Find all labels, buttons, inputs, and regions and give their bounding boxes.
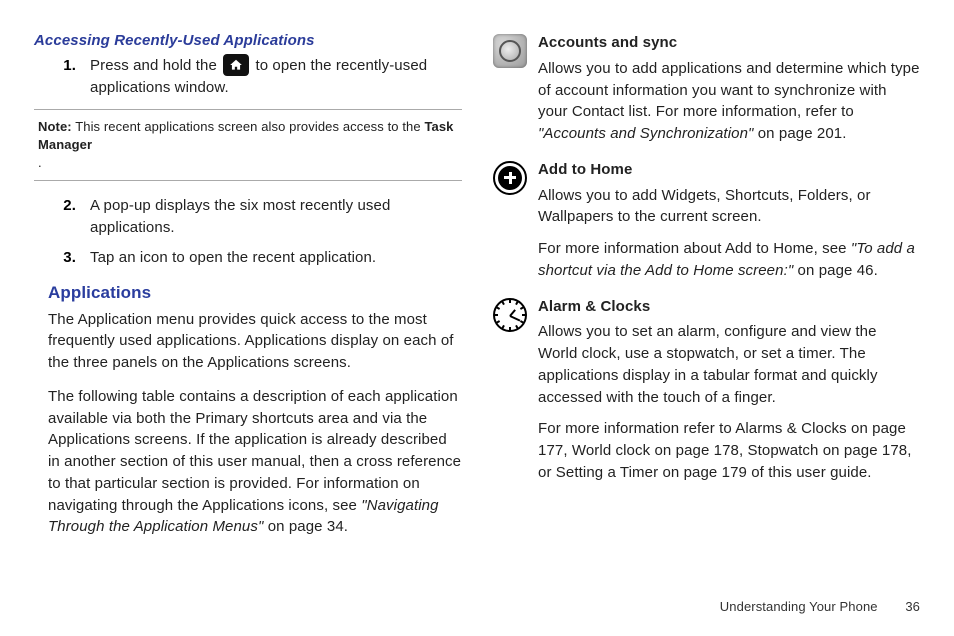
steps-list-cont: 2. A pop-up displays the six most recent…	[34, 195, 462, 268]
step-text: Tap an icon to open the recent applicati…	[90, 247, 462, 269]
alarm-p1: Allows you to set an alarm, configure an…	[538, 321, 920, 408]
two-column-layout: Accessing Recently-Used Applications 1. …	[30, 32, 924, 550]
entry-accounts-sync: Accounts and sync Allows you to add appl…	[492, 32, 920, 145]
entry-add-to-home: Add to Home Allows you to add Widgets, S…	[492, 159, 920, 282]
manual-page: Accessing Recently-Used Applications 1. …	[0, 0, 954, 636]
addhome-p2-a: For more information about Add to Home, …	[538, 240, 851, 257]
step-2: 2. A pop-up displays the six most recent…	[60, 195, 462, 239]
applications-para-2: The following table contains a descripti…	[48, 386, 462, 538]
accounts-p1-italic: "Accounts and Synchronization"	[538, 125, 753, 142]
addhome-p2-b: on page 46.	[798, 262, 878, 279]
step-text: A pop-up displays the six most recently …	[90, 195, 462, 239]
accounts-p1-b: on page 201.	[758, 125, 847, 142]
heading-applications: Applications	[48, 283, 462, 303]
step-number: 3.	[60, 247, 76, 269]
alarm-p2: For more information refer to Alarms & C…	[538, 418, 920, 483]
entry-title: Accounts and sync	[538, 32, 920, 54]
applications-para-1: The Application menu provides quick acce…	[48, 309, 462, 374]
step-3: 3. Tap an icon to open the recent applic…	[60, 247, 462, 269]
note-text-a: This recent applications screen also pro…	[75, 119, 424, 134]
accounts-sync-icon	[492, 34, 528, 70]
steps-list: 1. Press and hold the to open the recent…	[34, 55, 462, 99]
entry-alarm-clocks: Alarm & Clocks Allows you to set an alar…	[492, 296, 920, 484]
entry-title: Alarm & Clocks	[538, 296, 920, 318]
addhome-p2: For more information about Add to Home, …	[538, 238, 920, 282]
home-key-icon	[223, 54, 249, 76]
note-text-b: .	[38, 155, 42, 170]
right-column: Accounts and sync Allows you to add appl…	[492, 32, 924, 550]
add-to-home-icon	[492, 161, 528, 197]
entry-body: Accounts and sync Allows you to add appl…	[538, 32, 920, 145]
footer-page-number: 36	[905, 599, 920, 614]
entry-body: Alarm & Clocks Allows you to set an alar…	[538, 296, 920, 484]
addhome-p1: Allows you to add Widgets, Shortcuts, Fo…	[538, 185, 920, 229]
step-number: 2.	[60, 195, 76, 239]
note-body: This recent applications screen also pro…	[38, 119, 454, 170]
entry-para: Allows you to add applications and deter…	[538, 58, 920, 145]
heading-accessing-recent: Accessing Recently-Used Applications	[34, 32, 462, 49]
step-number: 1.	[60, 55, 76, 99]
step-1: 1. Press and hold the to open the recent…	[60, 55, 462, 99]
left-column: Accessing Recently-Used Applications 1. …	[30, 32, 462, 550]
accounts-p1-a: Allows you to add applications and deter…	[538, 60, 920, 121]
alarm-clocks-icon	[492, 298, 528, 334]
page-footer: Understanding Your Phone 36	[720, 599, 920, 614]
step-text: Press and hold the to open the recently-…	[90, 55, 462, 99]
step1-text-a: Press and hold the	[90, 57, 221, 74]
note-label: Note:	[38, 119, 72, 134]
note-box: Note: This recent applications screen al…	[34, 109, 462, 182]
apps-p2-a: The following table contains a descripti…	[48, 388, 461, 514]
entry-title: Add to Home	[538, 159, 920, 181]
footer-section: Understanding Your Phone	[720, 599, 878, 614]
entry-body: Add to Home Allows you to add Widgets, S…	[538, 159, 920, 282]
apps-p2-b: on page 34.	[268, 518, 348, 535]
